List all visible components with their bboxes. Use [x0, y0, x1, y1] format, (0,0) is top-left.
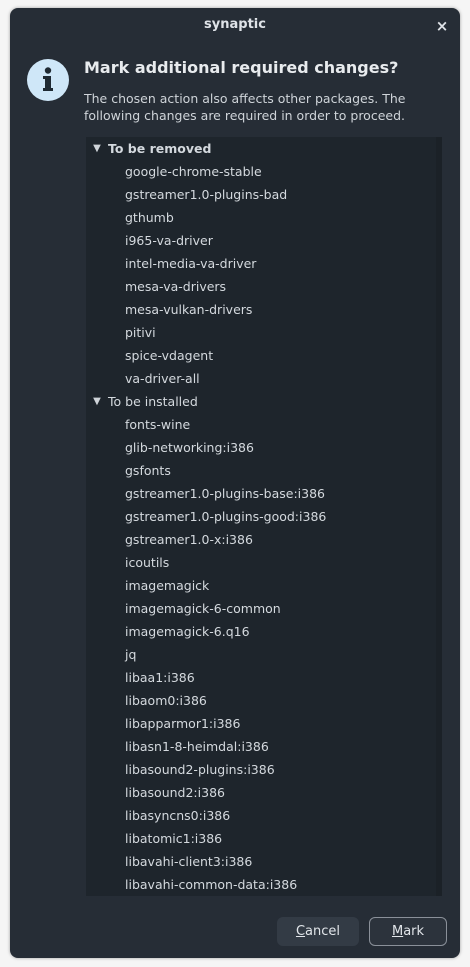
- tree-item-row[interactable]: icoutils: [86, 551, 442, 574]
- tree-item-row[interactable]: gstreamer1.0-plugins-base:i386: [86, 482, 442, 505]
- tree-item-row[interactable]: libatomic1:i386: [86, 827, 442, 850]
- tree-item-row[interactable]: va-driver-all: [86, 367, 442, 390]
- tree-item-row[interactable]: fonts-wine: [86, 413, 442, 436]
- tree-item-row[interactable]: glib-networking:i386: [86, 436, 442, 459]
- tree-item-row[interactable]: pitivi: [86, 321, 442, 344]
- tree-group-label: To be installed: [108, 394, 198, 409]
- title-bar: synaptic ×: [10, 8, 460, 44]
- tree-item-row[interactable]: imagemagick-6.q16: [86, 620, 442, 643]
- tree-item-row[interactable]: libavahi-common-data:i386: [86, 873, 442, 896]
- tree-item-row[interactable]: gsfonts: [86, 459, 442, 482]
- tree-item-row[interactable]: jq: [86, 643, 442, 666]
- tree-item-row[interactable]: imagemagick-6-common: [86, 597, 442, 620]
- tree-item-row[interactable]: i965-va-driver: [86, 229, 442, 252]
- tree-item-row[interactable]: libaa1:i386: [86, 666, 442, 689]
- tree-item-row[interactable]: libasn1-8-heimdal:i386: [86, 735, 442, 758]
- cancel-mnemonic: C: [295, 924, 306, 939]
- dialog-heading: Mark additional required changes?: [84, 58, 399, 77]
- tree-item-row[interactable]: libasound2:i386: [86, 781, 442, 804]
- info-icon: [27, 59, 69, 101]
- tree-item-row[interactable]: libasyncns0:i386: [86, 804, 442, 827]
- tree-scrollbar[interactable]: [436, 137, 442, 896]
- tree-item-row[interactable]: intel-media-va-driver: [86, 252, 442, 275]
- tree-item-row[interactable]: gthumb: [86, 206, 442, 229]
- tree-item-row[interactable]: spice-vdagent: [86, 344, 442, 367]
- tree-item-row[interactable]: gstreamer1.0-x:i386: [86, 528, 442, 551]
- tree-item-row[interactable]: mesa-va-drivers: [86, 275, 442, 298]
- mark-label-rest: ark: [403, 924, 425, 939]
- window-title: synaptic: [204, 17, 266, 32]
- tree-item-row[interactable]: mesa-vulkan-drivers: [86, 298, 442, 321]
- expander-arrow-icon[interactable]: ▼: [90, 137, 104, 160]
- tree-group-row[interactable]: ▼ To be installed: [86, 390, 442, 413]
- tree-item-row[interactable]: libaom0:i386: [86, 689, 442, 712]
- expander-arrow-icon[interactable]: ▼: [90, 390, 104, 413]
- tree-item-row[interactable]: gstreamer1.0-plugins-good:i386: [86, 505, 442, 528]
- tree-rows: ▼ To be removed google-chrome-stable gstrea…: [86, 137, 442, 896]
- tree-item-row[interactable]: imagemagick: [86, 574, 442, 597]
- tree-group-row[interactable]: ▼ To be removed: [86, 137, 442, 160]
- dialog-description: The chosen action also affects other pac…: [84, 91, 406, 123]
- tree-item-row[interactable]: libapparmor1:i386: [86, 712, 442, 735]
- changes-tree[interactable]: ▼ To be removed google-chrome-stable gstrea…: [86, 137, 442, 896]
- tree-item-row[interactable]: libavahi-client3:i386: [86, 850, 442, 873]
- dialog-window: synaptic × Mark additional required chan…: [10, 8, 460, 958]
- tree-group-label: To be removed: [108, 141, 212, 156]
- tree-item-row[interactable]: google-chrome-stable: [86, 160, 442, 183]
- tree-item-row[interactable]: gstreamer1.0-plugins-bad: [86, 183, 442, 206]
- mark-mnemonic: M: [391, 924, 404, 939]
- tree-item-row[interactable]: libasound2-plugins:i386: [86, 758, 442, 781]
- cancel-button[interactable]: Cancel: [277, 917, 359, 946]
- close-button[interactable]: ×: [432, 16, 452, 36]
- mark-button[interactable]: Mark: [369, 917, 447, 946]
- cancel-label-rest: ancel: [305, 924, 341, 939]
